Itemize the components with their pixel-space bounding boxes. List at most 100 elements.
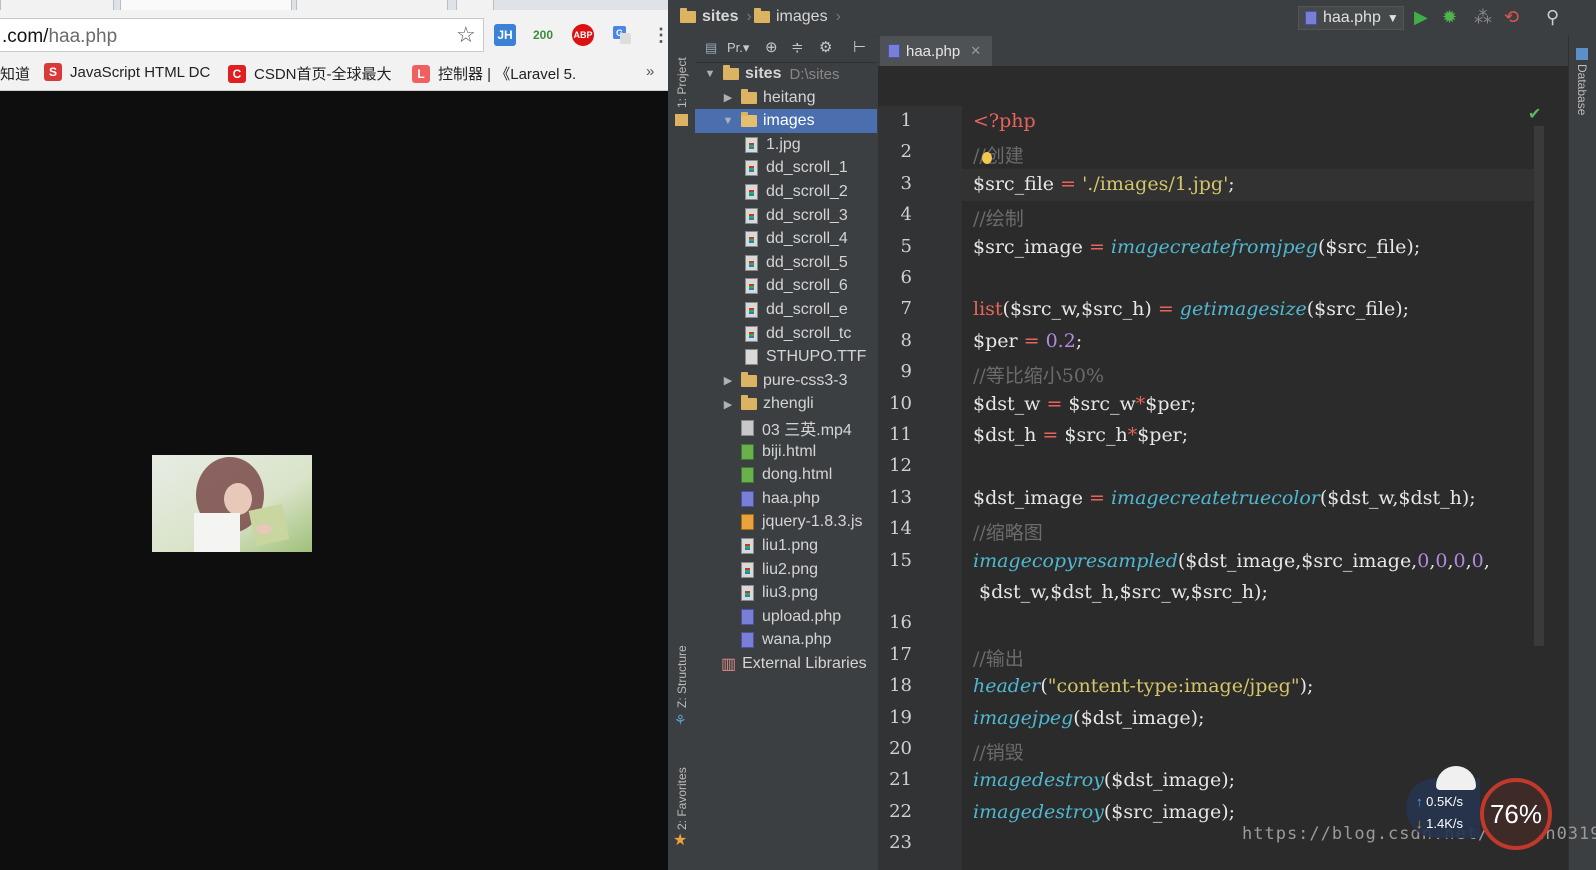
stop-icon[interactable]: ⟲ [1504, 7, 1519, 28]
code-line[interactable]: //输出 [973, 644, 1024, 671]
locate-icon[interactable]: ⊕ [765, 38, 778, 56]
tree-item-dd-scroll-2[interactable]: dd_scroll_2 [695, 180, 877, 204]
html-file-icon [741, 467, 754, 484]
code-line[interactable]: $dst_image = imagecreatetruecolor($dst_w… [973, 487, 1476, 509]
tree-item-dd-scroll-3[interactable]: dd_scroll_3 [695, 204, 877, 228]
adblock-icon[interactable]: ABP [572, 24, 594, 46]
code-line[interactable]: $src_file = './images/1.jpg'; [973, 173, 1235, 195]
line-number: 21 [889, 769, 912, 791]
code-line[interactable]: $per = 0.2; [973, 330, 1082, 352]
settings-gear-icon[interactable]: ⚙ [819, 38, 832, 56]
tree-item-haa-php[interactable]: haa.php [695, 487, 877, 511]
tree-item-biji-html[interactable]: biji.html [695, 440, 877, 464]
memory-gauge[interactable]: 76% [1480, 778, 1552, 850]
code-line[interactable]: imagejpeg($dst_image); [973, 707, 1205, 729]
tree-item-dong-html[interactable]: dong.html [695, 463, 877, 487]
img-file-icon [741, 561, 754, 578]
tree-item-images[interactable]: ▼ images [695, 109, 877, 134]
code-line[interactable]: imagedestroy($src_image); [973, 801, 1235, 823]
tree-item-external-libraries[interactable]: ▥ External Libraries [695, 652, 877, 676]
editor-tab-haa-php[interactable]: haa.php ✕ [880, 36, 992, 66]
bookmark-label: CSDN首页-全球最大 [254, 66, 392, 83]
hide-panel-icon[interactable]: ⊢ [853, 38, 866, 56]
close-icon[interactable]: ✕ [970, 43, 981, 59]
browser-tab[interactable] [0, 0, 114, 10]
folder-icon [723, 65, 739, 80]
code-line[interactable]: list($src_w,$src_h) = getimagesize($src_… [973, 298, 1409, 320]
new-tab-button[interactable] [456, 0, 494, 10]
browser-tab-active[interactable] [120, 0, 292, 10]
address-bar[interactable]: .com/haa.php ☆ [0, 18, 484, 52]
database-tool-button[interactable]: Database [1575, 64, 1589, 115]
bookmark-item[interactable]: C CSDN首页-全球最大 [228, 63, 392, 84]
code-line[interactable]: $dst_w = $src_w*$per; [973, 393, 1196, 415]
project-tool-button[interactable]: 1: Project [675, 57, 689, 108]
tree-item-03-mp4[interactable]: 03 三英.mp4 [695, 416, 877, 440]
tree-item-liu2-png[interactable]: liu2.png [695, 558, 877, 582]
tree-item-sites[interactable]: ▼ sites D:\sites [695, 62, 877, 86]
search-icon[interactable]: ⚲ [1546, 7, 1559, 28]
browser-menu-icon[interactable]: ⋮ [652, 24, 670, 46]
code-line[interactable]: imagedestroy($dst_image); [973, 769, 1235, 791]
intention-bulb-icon[interactable] [982, 152, 992, 164]
tree-item-dd-scroll-5[interactable]: dd_scroll_5 [695, 251, 877, 275]
folder-icon [680, 8, 696, 23]
bookmark-item[interactable]: 知道 [0, 63, 30, 84]
translate-icon[interactable]: G [612, 24, 632, 46]
tree-item-dd-scroll-4[interactable]: dd_scroll_4 [695, 227, 877, 251]
run-icon[interactable]: ▶ [1414, 7, 1428, 28]
chevron-down-icon[interactable]: ▼ [703, 68, 717, 80]
debug-icon[interactable]: ✹ [1442, 7, 1457, 28]
coverage-icon[interactable]: ⁂ [1474, 7, 1492, 28]
tree-item-dd-scroll-tc[interactable]: dd_scroll_tc [695, 322, 877, 346]
tree-item-pure-css3-3[interactable]: ▶ pure-css3-3 [695, 369, 877, 393]
tree-item-dd-scroll-1[interactable]: dd_scroll_1 [695, 156, 877, 180]
line-number: 7 [900, 298, 912, 320]
breadcrumb-root[interactable]: sites › [680, 8, 752, 26]
chevron-right-icon[interactable]: ▶ [721, 398, 735, 411]
bookmark-item[interactable]: L 控制器 | 《Laravel 5. [412, 63, 576, 84]
chevron-right-icon[interactable]: ▶ [721, 374, 735, 387]
tree-item-heitang[interactable]: ▶ heitang [695, 86, 877, 110]
structure-tool-button[interactable]: Z: Structure [675, 645, 689, 708]
code-line[interactable]: <?php [973, 110, 1036, 132]
tree-item-jquery-1-8-3-js[interactable]: jquery-1.8.3.js [695, 510, 877, 534]
tree-item-1-jpg[interactable]: 1.jpg [695, 133, 877, 157]
code-line[interactable]: $dst_w,$dst_h,$src_w,$src_h); [973, 581, 1268, 603]
tree-item-zhengli[interactable]: ▶ zhengli [695, 392, 877, 416]
run-configuration-select[interactable]: haa.php ▼ [1298, 6, 1404, 30]
breadcrumb-child[interactable]: images › [754, 8, 841, 26]
tree-item-label: dd_scroll_1 [766, 159, 848, 177]
favorites-star-icon: ★ [673, 832, 688, 849]
ext-200-icon[interactable]: 200 [530, 24, 556, 46]
code-line[interactable]: header("content-type:image/jpeg"); [973, 675, 1313, 697]
code-line[interactable]: //等比缩小50% [973, 361, 1104, 388]
tree-item-dd-scroll-6[interactable]: dd_scroll_6 [695, 274, 877, 298]
url-text[interactable]: .com/haa.php [2, 26, 117, 48]
editor-scrollbar[interactable] [1534, 126, 1544, 646]
code-line[interactable]: //销毁 [973, 738, 1024, 765]
chevron-right-icon[interactable]: ▶ [721, 91, 735, 104]
chevron-down-icon[interactable]: ▼ [721, 115, 735, 127]
line-number: 8 [900, 329, 912, 351]
more-bookmarks-button[interactable]: » [646, 63, 654, 80]
code-line[interactable]: //创建 [973, 141, 1024, 168]
favorites-tool-button[interactable]: 2: Favorites [675, 767, 689, 830]
code-line[interactable]: imagecopyresampled($dst_image,$src_image… [973, 550, 1490, 572]
tree-item-wana-php[interactable]: wana.php [695, 628, 877, 652]
bookmark-star-icon[interactable]: ☆ [456, 22, 476, 48]
tree-item-dd-scroll-e[interactable]: dd_scroll_e [695, 298, 877, 322]
tree-item-sthupo-ttf[interactable]: STHUPO.TTF [695, 345, 877, 369]
code-line[interactable]: //绘制 [973, 204, 1024, 231]
code-line[interactable]: $src_image = imagecreatefromjpeg($src_fi… [973, 236, 1420, 258]
ext-jh-icon[interactable]: JH [494, 24, 516, 46]
tree-item-liu3-png[interactable]: liu3.png [695, 581, 877, 605]
bookmark-item[interactable]: S JavaScript HTML DC [44, 63, 210, 81]
code-line[interactable]: //缩略图 [973, 518, 1043, 545]
code-line[interactable]: $dst_h = $src_h*$per; [973, 424, 1188, 446]
tree-item-liu1-png[interactable]: liu1.png [695, 534, 877, 558]
tree-item-upload-php[interactable]: upload.php [695, 605, 877, 629]
browser-tab[interactable] [296, 0, 448, 10]
project-view-select[interactable]: Pr.▾ [727, 40, 749, 56]
collapse-icon[interactable]: ≑ [791, 38, 804, 56]
